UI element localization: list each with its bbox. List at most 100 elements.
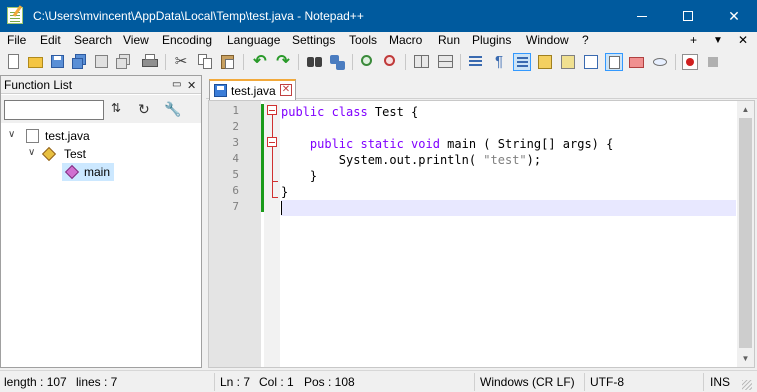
open-file-icon[interactable] (27, 53, 45, 71)
preferences-wrench-icon[interactable]: 🔧 (164, 101, 181, 118)
file-icon (26, 129, 39, 143)
code-line[interactable]: public static void main ( String[] args)… (281, 136, 736, 152)
menu-macro[interactable]: Macro (389, 33, 422, 47)
tree-node-class[interactable]: ∨ Test (1, 145, 201, 163)
function-list-title: Function List (4, 78, 73, 92)
close-panel-icon[interactable]: ✕ (187, 79, 196, 92)
collapse-arrow-icon[interactable]: ∨ (28, 147, 35, 158)
menu-tools[interactable]: Tools (349, 33, 377, 47)
close-all-icon[interactable] (115, 53, 133, 71)
sort-icon[interactable]: ⇅ (111, 101, 121, 115)
redo-icon[interactable]: ↷ (274, 53, 292, 71)
save-all-icon[interactable] (71, 53, 89, 71)
line-number: 4 (232, 152, 239, 165)
replace-icon[interactable] (329, 53, 347, 71)
menu-search[interactable]: Search (74, 33, 112, 47)
tree-node-method[interactable]: main (62, 163, 114, 181)
status-encoding[interactable]: UTF-8 (590, 375, 624, 389)
menu-settings[interactable]: Settings (292, 33, 335, 47)
sync-horizontal-icon[interactable] (437, 53, 455, 71)
menu-bar: File Edit Search View Encoding Language … (0, 32, 757, 50)
save-icon[interactable] (49, 53, 67, 71)
scroll-down-icon[interactable]: ▼ (737, 350, 754, 367)
zoom-out-icon[interactable] (382, 53, 400, 71)
tree-class-label: Test (64, 147, 87, 161)
menu-help[interactable]: ? (582, 33, 589, 47)
menu-edit[interactable]: Edit (40, 33, 61, 47)
minimize-icon (637, 15, 647, 17)
fold-toggle-method[interactable] (267, 137, 277, 147)
folder-workspace-icon[interactable] (628, 53, 646, 71)
undo-icon[interactable]: ↶ (251, 53, 269, 71)
vertical-scrollbar[interactable]: ▲ ▼ (737, 101, 754, 367)
pin-icon[interactable]: ▭ (172, 79, 181, 90)
scroll-up-icon[interactable]: ▲ (737, 101, 754, 118)
line-number: 7 (232, 200, 239, 213)
close-window-button[interactable]: ✕ (711, 0, 757, 32)
indent-guide-icon[interactable] (513, 53, 531, 71)
menu-plugins[interactable]: Plugins (472, 33, 511, 47)
menu-language[interactable]: Language (227, 33, 280, 47)
code-line[interactable]: public class Test { (281, 104, 736, 120)
reload-icon[interactable]: ↻ (138, 101, 150, 118)
notepad-plus-plus-app-icon (7, 7, 23, 24)
main-toolbar: ✂ ↶ ↷ ¶ (0, 50, 757, 74)
menu-window[interactable]: Window (526, 33, 569, 47)
menu-encoding[interactable]: Encoding (162, 33, 212, 47)
code-line[interactable]: } (281, 184, 736, 200)
code-line[interactable]: System.out.println( "test"); (281, 152, 736, 168)
monitoring-icon[interactable] (651, 53, 669, 71)
line-number: 3 (232, 136, 239, 149)
tree-node-file[interactable]: ∨ test.java (1, 127, 201, 145)
close-document-button[interactable]: ✕ (738, 33, 748, 47)
print-icon[interactable] (141, 53, 159, 71)
scrollbar-thumb[interactable] (739, 118, 752, 348)
user-language-icon[interactable] (536, 53, 554, 71)
code-token: ); (526, 153, 542, 167)
tab-test-java[interactable]: test.java ✕ (209, 79, 296, 100)
zoom-in-icon[interactable] (359, 53, 377, 71)
word-wrap-icon[interactable] (467, 53, 485, 71)
fold-end-method (272, 181, 278, 182)
record-macro-icon[interactable] (681, 53, 699, 71)
code-token: } (281, 185, 289, 199)
code-area[interactable]: public class Test { public static void m… (281, 101, 736, 367)
code-line[interactable] (281, 120, 736, 136)
maximize-button[interactable] (665, 0, 711, 32)
tree-method-label: main (84, 165, 111, 179)
code-editor[interactable]: 1 2 3 4 5 6 7 public class Test { public stati… (208, 100, 755, 368)
menu-file[interactable]: File (7, 33, 26, 47)
current-code-line[interactable] (281, 200, 736, 216)
document-tab-bar: test.java ✕ (206, 75, 757, 100)
status-insert-mode[interactable]: INS (710, 375, 730, 389)
code-line[interactable]: } (281, 168, 736, 184)
function-list-toolbar: ⇅ ↻ 🔧 (1, 95, 201, 123)
function-list-panel: Function List ▭ ✕ ⇅ ↻ 🔧 ∨ test.java ∨ Te… (0, 75, 202, 368)
sync-vertical-icon[interactable] (413, 53, 431, 71)
stop-record-icon[interactable] (704, 53, 722, 71)
minimize-button[interactable] (619, 0, 665, 32)
resize-grip-icon[interactable] (742, 380, 752, 390)
fold-toggle-class[interactable] (267, 105, 277, 115)
function-list-icon[interactable] (582, 53, 600, 71)
paste-icon[interactable] (219, 53, 237, 71)
class-icon (41, 146, 57, 162)
tab-list-dropdown-button[interactable]: ▼ (713, 35, 723, 46)
new-tab-menu-button[interactable]: + (690, 33, 697, 47)
cut-icon[interactable]: ✂ (172, 53, 190, 71)
show-all-chars-icon[interactable]: ¶ (490, 53, 508, 71)
close-icon[interactable] (93, 53, 111, 71)
copy-icon[interactable] (196, 53, 214, 71)
status-eol-format[interactable]: Windows (CR LF) (480, 375, 575, 389)
menu-run[interactable]: Run (438, 33, 460, 47)
close-tab-icon[interactable]: ✕ (280, 84, 292, 96)
collapse-arrow-icon[interactable]: ∨ (8, 129, 15, 140)
new-file-icon[interactable] (5, 53, 23, 71)
menu-view[interactable]: View (123, 33, 149, 47)
document-map-icon[interactable] (559, 53, 577, 71)
text-caret (281, 201, 282, 215)
editor-frame: test.java ✕ 1 2 3 4 5 6 7 public class Test { … (206, 75, 757, 368)
function-list-toggle-icon[interactable] (605, 53, 623, 71)
find-icon[interactable] (306, 53, 324, 71)
function-search-input[interactable] (4, 100, 104, 120)
